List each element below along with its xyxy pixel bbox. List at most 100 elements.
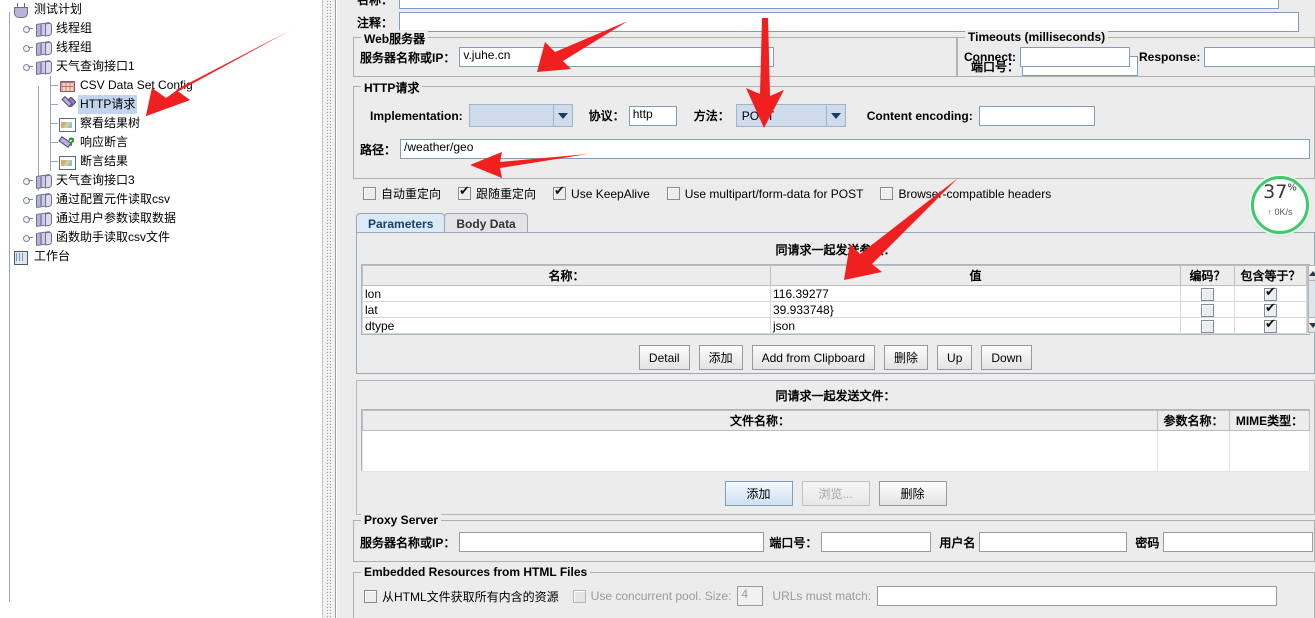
- checkbox-box[interactable]: [363, 187, 376, 200]
- tree-item-2[interactable]: 线程组: [0, 38, 322, 57]
- pool-size-input[interactable]: 4: [737, 586, 764, 606]
- chevron-down-icon[interactable]: [552, 105, 572, 126]
- params-button-detail[interactable]: Detail: [638, 345, 690, 370]
- name-field[interactable]: [399, 0, 1279, 9]
- option-checkbox-2[interactable]: Use KeepAlive: [553, 184, 650, 201]
- tree-expand-toggle-icon[interactable]: [22, 194, 33, 205]
- checkbox-box[interactable]: [364, 589, 377, 603]
- files-button-0[interactable]: 添加: [724, 481, 793, 506]
- tree-item-7[interactable]: ? 响应断言: [0, 133, 322, 152]
- tree-item-4[interactable]: CSV Data Set Config: [0, 76, 322, 95]
- tree-item-10[interactable]: 通过配置元件读取csv: [0, 190, 322, 209]
- tree-item-0[interactable]: 测试计划: [0, 0, 322, 19]
- files-col-header-0[interactable]: 文件名称：: [362, 410, 1158, 431]
- proxy-server-input[interactable]: [459, 532, 765, 552]
- tree-expand-toggle-icon[interactable]: [22, 175, 33, 186]
- tree-item-8[interactable]: 断言结果: [0, 152, 322, 171]
- param-value-cell[interactable]: json: [770, 317, 1181, 334]
- test-plan-tree[interactable]: 测试计划 线程组 线程组 天气查询接口1 CSV Data Set Config HTTP…: [0, 0, 322, 618]
- params-col-header-0[interactable]: 名称：: [362, 265, 771, 286]
- tree-item-3[interactable]: 天气查询接口1: [0, 57, 322, 76]
- param-encode-cell[interactable]: [1180, 301, 1235, 318]
- content-encoding-input[interactable]: [978, 105, 1095, 126]
- param-include-equals-cell[interactable]: [1234, 285, 1307, 302]
- checkbox-box[interactable]: [1201, 303, 1214, 317]
- method-combo[interactable]: POST: [735, 104, 846, 127]
- tree-item-9[interactable]: 天气查询接口3: [0, 171, 322, 190]
- params-button-删除[interactable]: 删除: [884, 345, 929, 370]
- comments-field[interactable]: [399, 12, 1299, 32]
- option-checkbox-3[interactable]: Use multipart/form-data for POST: [666, 187, 863, 201]
- tree-expand-toggle-icon[interactable]: [22, 42, 33, 53]
- tab-parameters[interactable]: Parameters: [356, 213, 446, 233]
- params-table-row[interactable]: dtype json: [362, 317, 1307, 334]
- params-col-header-1[interactable]: 值: [770, 265, 1181, 286]
- params-col-header-2[interactable]: 编码？: [1180, 265, 1235, 286]
- param-include-equals-cell[interactable]: [1234, 301, 1307, 318]
- option-checkbox-1[interactable]: 跟随重定向: [458, 184, 536, 202]
- params-table-body[interactable]: lon116.39277lat39.933748}dtypejson: [362, 285, 1307, 334]
- param-name-cell[interactable]: lon: [362, 285, 771, 302]
- checkbox-box[interactable]: [458, 184, 472, 200]
- proxy-password-input[interactable]: [1163, 532, 1314, 552]
- params-button-添加[interactable]: 添加: [698, 345, 743, 370]
- checkbox-box[interactable]: [1201, 319, 1214, 333]
- tree-expand-toggle-icon[interactable]: [22, 213, 33, 224]
- option-checkbox-0[interactable]: 自动重定向: [363, 185, 441, 202]
- params-table-scrollbar[interactable]: [1307, 265, 1315, 333]
- proxy-username-input[interactable]: [979, 532, 1128, 552]
- tab-body-data[interactable]: Body Data: [444, 213, 528, 233]
- param-value-cell[interactable]: 39.933748}: [770, 301, 1181, 318]
- files-col-header-1[interactable]: 参数名称：: [1157, 410, 1230, 431]
- checkbox-box[interactable]: [1264, 301, 1277, 317]
- param-value-cell[interactable]: 116.39277: [770, 285, 1181, 302]
- implementation-combo[interactable]: [468, 104, 573, 127]
- tree-expand-toggle-icon[interactable]: [22, 23, 33, 34]
- tree-item-11[interactable]: 通过用户参数读取数据: [0, 209, 322, 228]
- checkbox-box[interactable]: [553, 184, 567, 200]
- proxy-port-input[interactable]: [821, 532, 932, 552]
- splitter-grip[interactable]: [326, 0, 332, 618]
- chevron-down-icon[interactable]: [825, 105, 845, 126]
- tree-expand-toggle-icon[interactable]: [22, 61, 33, 72]
- params-table-row[interactable]: lat 39.933748}: [362, 301, 1307, 318]
- param-name-cell[interactable]: dtype: [362, 317, 771, 334]
- connect-input[interactable]: [1020, 47, 1130, 67]
- desktop-speed-widget[interactable]: 37% ↑ 0K/s: [1251, 176, 1309, 234]
- option-checkbox-4[interactable]: Browser-compatible headers: [880, 187, 1051, 201]
- params-button-down[interactable]: Down: [981, 345, 1033, 370]
- parameters-body-tabs[interactable]: Parameters Body Data: [356, 212, 528, 233]
- path-input[interactable]: /weather/geo: [400, 139, 1310, 159]
- protocol-input[interactable]: http: [628, 105, 677, 126]
- panel-splitter[interactable]: [322, 0, 336, 618]
- tree-item-12[interactable]: 函数助手读取csv文件: [0, 228, 322, 247]
- response-input[interactable]: [1204, 47, 1315, 67]
- files-table[interactable]: 文件名称： 参数名称： MIME类型：: [362, 410, 1310, 472]
- params-button-up[interactable]: Up: [937, 345, 973, 370]
- params-col-header-3[interactable]: 包含等于？: [1234, 265, 1307, 286]
- urls-match-input[interactable]: [877, 586, 1278, 606]
- param-include-equals-cell[interactable]: [1234, 317, 1307, 334]
- params-button-add-from-clipboard[interactable]: Add from Clipboard: [751, 345, 876, 370]
- checkbox-box[interactable]: [1264, 285, 1277, 301]
- checkbox-box[interactable]: [1264, 317, 1277, 333]
- tree-expand-toggle-icon[interactable]: [22, 232, 33, 243]
- scroll-up-icon[interactable]: [1308, 265, 1315, 281]
- checkbox-box[interactable]: [880, 187, 894, 200]
- server-name-input[interactable]: v.juhe.cn: [459, 47, 775, 67]
- param-name-cell[interactable]: lat: [362, 301, 771, 318]
- scroll-track[interactable]: [1308, 281, 1315, 317]
- concurrent-pool-checkbox[interactable]: Use concurrent pool. Size:: [572, 589, 731, 603]
- checkbox-box[interactable]: [572, 589, 586, 603]
- tree-item-13[interactable]: 工作台: [0, 247, 322, 266]
- checkbox-box[interactable]: [666, 187, 680, 200]
- param-encode-cell[interactable]: [1180, 317, 1235, 334]
- checkbox-box[interactable]: [1201, 287, 1214, 301]
- files-col-header-2[interactable]: MIME类型：: [1229, 410, 1310, 431]
- scroll-down-icon[interactable]: [1308, 317, 1315, 333]
- tree-item-1[interactable]: 线程组: [0, 19, 322, 38]
- tree-item-6[interactable]: 察看结果树: [0, 114, 322, 133]
- params-table[interactable]: 名称：值编码？包含等于？ lon116.39277lat39.933748}dt…: [362, 265, 1307, 334]
- files-button-2[interactable]: 删除: [878, 481, 947, 506]
- tree-item-5[interactable]: HTTP请求: [0, 95, 322, 114]
